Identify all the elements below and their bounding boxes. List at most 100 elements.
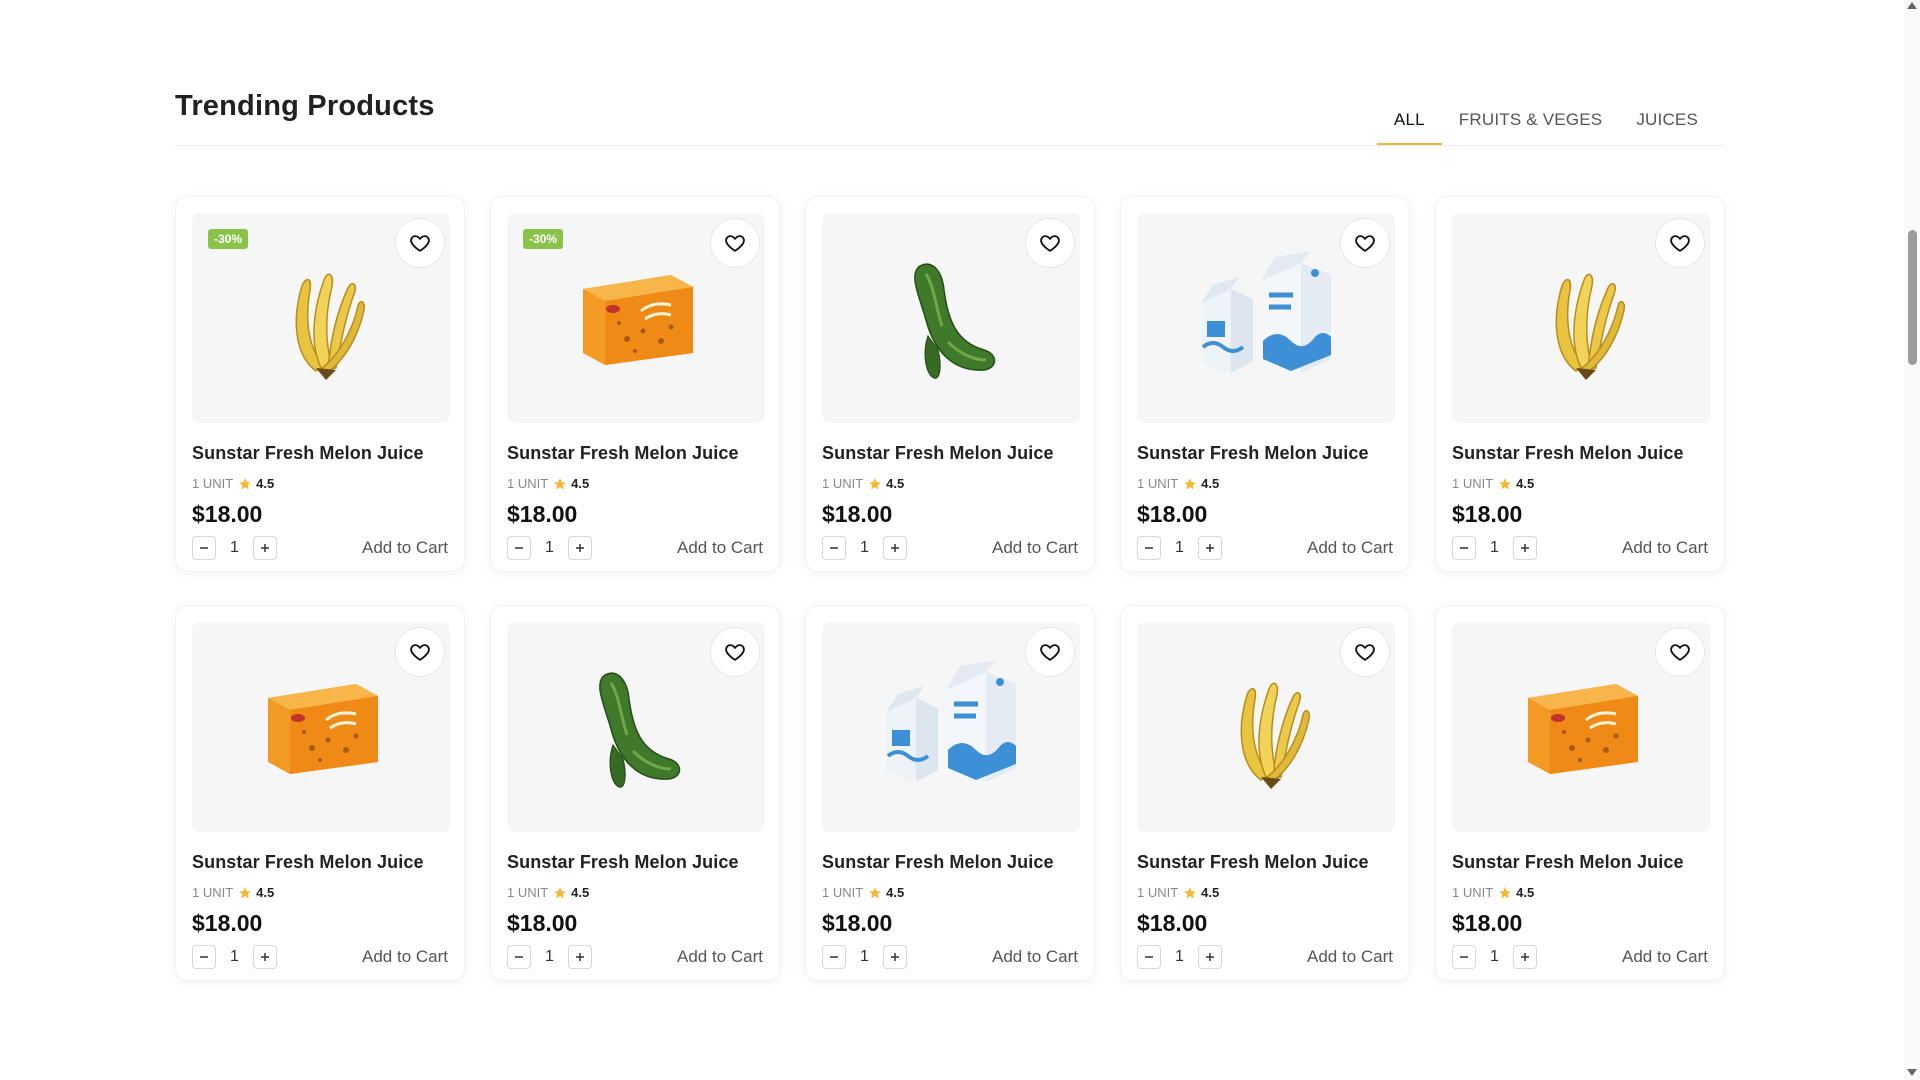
wishlist-button[interactable]	[710, 627, 760, 677]
banana-image[interactable]	[1211, 655, 1321, 800]
product-card[interactable]: Sunstar Fresh Melon Juice 1 UNIT 4.5 $18…	[490, 605, 780, 981]
quantity-value[interactable]: 1	[846, 539, 883, 557]
product-card[interactable]: Sunstar Fresh Melon Juice 1 UNIT 4.5 $18…	[1120, 605, 1410, 981]
cookies-box-image[interactable]	[571, 261, 701, 376]
cucumber-image[interactable]	[886, 246, 1016, 391]
quantity-value[interactable]: 1	[846, 948, 883, 966]
wishlist-button[interactable]	[1655, 627, 1705, 677]
quantity-value[interactable]: 1	[1161, 539, 1198, 557]
cookies-box-image[interactable]	[1516, 670, 1646, 785]
product-card[interactable]: -30% Sunstar Fresh Melon Juice 1 UNIT 4.…	[175, 196, 465, 572]
quantity-value[interactable]: 1	[531, 539, 568, 557]
tab-all[interactable]: All	[1376, 100, 1442, 146]
wishlist-button[interactable]	[1025, 627, 1075, 677]
product-image-area[interactable]	[507, 622, 765, 832]
wishlist-button[interactable]	[1340, 218, 1390, 268]
product-name[interactable]: Sunstar Fresh Melon Juice	[192, 852, 448, 873]
decrease-quantity-button[interactable]	[1137, 945, 1161, 969]
increase-quantity-button[interactable]	[253, 945, 277, 969]
product-card[interactable]: Sunstar Fresh Melon Juice 1 UNIT 4.5 $18…	[805, 196, 1095, 572]
decrease-quantity-button[interactable]	[507, 536, 531, 560]
increase-quantity-button[interactable]	[568, 536, 592, 560]
decrease-quantity-button[interactable]	[192, 945, 216, 969]
add-to-cart-button[interactable]: Add to Cart	[362, 947, 448, 967]
cookies-box-image[interactable]	[256, 670, 386, 785]
increase-quantity-button[interactable]	[1198, 945, 1222, 969]
wishlist-button[interactable]	[1025, 218, 1075, 268]
wishlist-button[interactable]	[1340, 627, 1390, 677]
decrease-quantity-button[interactable]	[192, 536, 216, 560]
wishlist-button[interactable]	[395, 627, 445, 677]
product-name[interactable]: Sunstar Fresh Melon Juice	[822, 852, 1078, 873]
unit-label: 1 UNIT	[822, 476, 864, 491]
quantity-value[interactable]: 1	[216, 948, 253, 966]
product-image-area[interactable]	[1137, 213, 1395, 423]
product-name[interactable]: Sunstar Fresh Melon Juice	[507, 852, 763, 873]
wishlist-button[interactable]	[395, 218, 445, 268]
add-to-cart-button[interactable]: Add to Cart	[992, 947, 1078, 967]
product-name[interactable]: Sunstar Fresh Melon Juice	[1137, 852, 1393, 873]
product-name[interactable]: Sunstar Fresh Melon Juice	[1452, 852, 1708, 873]
add-to-cart-button[interactable]: Add to Cart	[362, 538, 448, 558]
product-card[interactable]: Sunstar Fresh Melon Juice 1 UNIT 4.5 $18…	[805, 605, 1095, 981]
quantity-value[interactable]: 1	[1476, 948, 1513, 966]
product-card[interactable]: Sunstar Fresh Melon Juice 1 UNIT 4.5 $18…	[1435, 605, 1725, 981]
product-name[interactable]: Sunstar Fresh Melon Juice	[192, 443, 448, 464]
add-to-cart-button[interactable]: Add to Cart	[1307, 538, 1393, 558]
cart-controls: 1 Add to Cart	[192, 536, 448, 560]
decrease-quantity-button[interactable]	[1452, 945, 1476, 969]
scrollbar-thumb[interactable]	[1908, 230, 1917, 365]
product-card[interactable]: Sunstar Fresh Melon Juice 1 UNIT 4.5 $18…	[175, 605, 465, 981]
increase-quantity-button[interactable]	[1513, 536, 1537, 560]
add-to-cart-button[interactable]: Add to Cart	[1622, 538, 1708, 558]
product-name[interactable]: Sunstar Fresh Melon Juice	[822, 443, 1078, 464]
product-name[interactable]: Sunstar Fresh Melon Juice	[1137, 443, 1393, 464]
product-card[interactable]: Sunstar Fresh Melon Juice 1 UNIT 4.5 $18…	[1435, 196, 1725, 572]
quantity-value[interactable]: 1	[1161, 948, 1198, 966]
increase-quantity-button[interactable]	[253, 536, 277, 560]
decrease-quantity-button[interactable]	[1452, 536, 1476, 560]
increase-quantity-button[interactable]	[883, 945, 907, 969]
tab-juices[interactable]: Juices	[1619, 100, 1715, 146]
tab-fruits-veges[interactable]: Fruits & Veges	[1442, 100, 1620, 146]
add-to-cart-button[interactable]: Add to Cart	[1307, 947, 1393, 967]
product-image-area[interactable]	[1137, 622, 1395, 832]
wishlist-button[interactable]	[710, 218, 760, 268]
scroll-up-arrow-icon[interactable]	[1907, 2, 1917, 9]
product-image-area[interactable]	[1452, 213, 1710, 423]
product-card[interactable]: -30% Sunstar Fresh Melon Juice 1 UNIT 4.…	[490, 196, 780, 572]
quantity-value[interactable]: 1	[1476, 539, 1513, 557]
increase-quantity-button[interactable]	[568, 945, 592, 969]
increase-quantity-button[interactable]	[883, 536, 907, 560]
milk-cartons-image[interactable]	[1191, 250, 1341, 386]
product-image-area[interactable]	[1452, 622, 1710, 832]
add-to-cart-button[interactable]: Add to Cart	[677, 947, 763, 967]
product-image-area[interactable]	[822, 622, 1080, 832]
product-image-area[interactable]	[822, 213, 1080, 423]
banana-image[interactable]	[1526, 246, 1636, 391]
decrease-quantity-button[interactable]	[507, 945, 531, 969]
scroll-down-arrow-icon[interactable]	[1907, 1069, 1917, 1076]
wishlist-button[interactable]	[1655, 218, 1705, 268]
product-name[interactable]: Sunstar Fresh Melon Juice	[1452, 443, 1708, 464]
decrease-quantity-button[interactable]	[822, 945, 846, 969]
add-to-cart-button[interactable]: Add to Cart	[992, 538, 1078, 558]
add-to-cart-button[interactable]: Add to Cart	[1622, 947, 1708, 967]
product-image-area[interactable]	[192, 622, 450, 832]
vertical-scrollbar[interactable]	[1904, 0, 1920, 1080]
product-image-area[interactable]: -30%	[507, 213, 765, 423]
decrease-quantity-button[interactable]	[822, 536, 846, 560]
product-card[interactable]: Sunstar Fresh Melon Juice 1 UNIT 4.5 $18…	[1120, 196, 1410, 572]
product-name[interactable]: Sunstar Fresh Melon Juice	[507, 443, 763, 464]
add-to-cart-button[interactable]: Add to Cart	[677, 538, 763, 558]
milk-cartons-image[interactable]	[876, 659, 1026, 795]
decrease-quantity-button[interactable]	[1137, 536, 1161, 560]
increase-quantity-button[interactable]	[1198, 536, 1222, 560]
cucumber-image[interactable]	[571, 655, 701, 800]
product-price: $18.00	[1137, 501, 1208, 527]
quantity-value[interactable]: 1	[216, 539, 253, 557]
quantity-value[interactable]: 1	[531, 948, 568, 966]
increase-quantity-button[interactable]	[1513, 945, 1537, 969]
banana-image[interactable]	[266, 246, 376, 391]
product-image-area[interactable]: -30%	[192, 213, 450, 423]
